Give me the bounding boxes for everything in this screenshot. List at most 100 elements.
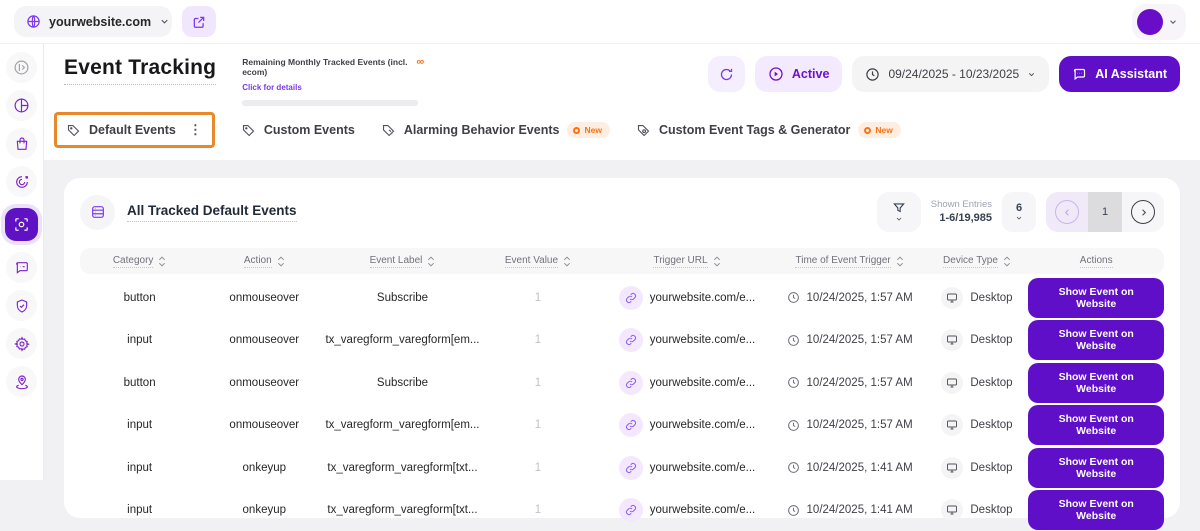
link-icon[interactable] xyxy=(619,371,643,395)
cell-actions: Show Event on Website xyxy=(1028,363,1164,403)
ai-assistant-label: AI Assistant xyxy=(1095,67,1167,81)
website-selector[interactable]: yourwebsite.com xyxy=(14,6,172,37)
column-header-device-type[interactable]: Device Type xyxy=(925,255,1028,268)
globe-icon xyxy=(26,14,41,29)
cell-action: onmouseover xyxy=(199,377,329,389)
chevron-down-icon xyxy=(1027,70,1036,79)
user-menu[interactable] xyxy=(1132,4,1186,40)
tag-gear-icon xyxy=(636,123,651,138)
sidebar-item-ecommerce[interactable] xyxy=(6,128,37,159)
cell-event-value: 1 xyxy=(476,334,601,346)
column-header-action[interactable]: Action xyxy=(199,255,329,268)
refresh-button[interactable] xyxy=(708,56,745,92)
table-row: input onmouseover tx_varegform_varegform… xyxy=(80,319,1164,362)
sidebar-item-dashboard[interactable] xyxy=(6,90,37,121)
cell-event-value: 1 xyxy=(476,419,601,431)
cell-action: onkeyup xyxy=(199,504,329,516)
column-header-event-label[interactable]: Event Label xyxy=(329,255,475,268)
cell-event-label: Subscribe xyxy=(329,292,475,304)
sort-icon xyxy=(896,256,904,267)
link-icon[interactable] xyxy=(619,286,643,310)
desktop-icon xyxy=(941,499,963,521)
date-range-value: 09/24/2025 - 10/23/2025 xyxy=(888,67,1019,81)
column-header-time[interactable]: Time of Event Trigger xyxy=(774,255,926,268)
sort-icon xyxy=(713,256,721,267)
top-bar: yourwebsite.com xyxy=(0,0,1200,44)
cell-time: 10/24/2025, 1:41 AM xyxy=(774,461,926,474)
remaining-events-label: Remaining Monthly Tracked Events (incl. … xyxy=(242,57,412,77)
sidebar-item-security[interactable] xyxy=(6,290,37,321)
clock-icon xyxy=(787,291,800,304)
cell-device-type: Desktop xyxy=(925,414,1028,436)
link-icon[interactable] xyxy=(619,498,643,522)
show-event-on-website-button[interactable]: Show Event on Website xyxy=(1028,278,1164,318)
badge-dot-icon xyxy=(864,127,871,134)
cell-device-type: Desktop xyxy=(925,287,1028,309)
shown-entries-value: 1-6/19,985 xyxy=(931,211,992,225)
chevron-down-icon xyxy=(159,16,170,27)
column-header-event-value[interactable]: Event Value xyxy=(476,255,601,268)
table-row: button onmouseover Subscribe 1 yourwebsi… xyxy=(80,361,1164,404)
cell-actions: Show Event on Website xyxy=(1028,278,1164,318)
cell-category: input xyxy=(80,462,199,474)
cell-event-label: tx_varegform_varegform[txt... xyxy=(329,462,475,474)
sort-icon xyxy=(158,256,166,267)
desktop-icon xyxy=(941,287,963,309)
page-size-value: 6 xyxy=(1016,202,1022,214)
column-header-trigger-url[interactable]: Trigger URL xyxy=(600,255,773,268)
table-row: input onkeyup tx_varegform_varegform[txt… xyxy=(80,489,1164,531)
column-header-category[interactable]: Category xyxy=(80,255,199,268)
show-event-on-website-button[interactable]: Show Event on Website xyxy=(1028,490,1164,530)
tab-default-events[interactable]: Default Events xyxy=(66,123,176,138)
link-icon[interactable] xyxy=(619,456,643,480)
cell-category: input xyxy=(80,334,199,346)
current-page-number[interactable]: 1 xyxy=(1088,192,1122,232)
cell-actions: Show Event on Website xyxy=(1028,320,1164,360)
show-event-on-website-button[interactable]: Show Event on Website xyxy=(1028,320,1164,360)
tracking-status-label: Active xyxy=(792,67,830,81)
show-event-on-website-button[interactable]: Show Event on Website xyxy=(1028,405,1164,445)
tag-alert-icon xyxy=(381,123,396,138)
sidebar-item-performance[interactable] xyxy=(6,166,37,197)
next-page-button[interactable] xyxy=(1131,200,1155,224)
tracking-status-button[interactable]: Active xyxy=(755,56,843,92)
remaining-events-progress-bar xyxy=(242,100,418,106)
sidebar-item-event-tracking[interactable] xyxy=(5,208,38,241)
new-badge: New xyxy=(858,122,900,138)
sidebar-item-chat[interactable] xyxy=(6,252,37,283)
cell-event-label: tx_varegform_varegform[txt... xyxy=(329,504,475,516)
tab-custom-events[interactable]: Custom Events xyxy=(241,123,355,138)
ai-assistant-button[interactable]: AI Assistant xyxy=(1059,56,1180,92)
website-name: yourwebsite.com xyxy=(49,15,151,29)
desktop-icon xyxy=(941,372,963,394)
link-icon[interactable] xyxy=(619,413,643,437)
show-event-on-website-button[interactable]: Show Event on Website xyxy=(1028,363,1164,403)
link-icon[interactable] xyxy=(619,328,643,352)
sidebar-toggle-icon[interactable] xyxy=(6,52,37,83)
page-size-selector[interactable]: 6 xyxy=(1002,192,1036,232)
table-tools: Shown Entries 1-6/19,985 6 xyxy=(877,192,1164,232)
cell-device-type: Desktop xyxy=(925,329,1028,351)
filter-button[interactable] xyxy=(877,192,921,232)
kebab-menu-icon[interactable]: ⋮ xyxy=(189,122,203,138)
tab-alarming-behavior-events[interactable]: Alarming Behavior Events New xyxy=(381,122,610,138)
date-range-picker[interactable]: 09/24/2025 - 10/23/2025 xyxy=(852,56,1049,92)
previous-page-button[interactable] xyxy=(1055,200,1079,224)
badge-dot-icon xyxy=(573,127,580,134)
open-website-button[interactable] xyxy=(182,6,216,37)
infinity-icon: ∞ xyxy=(416,57,424,68)
pagination-prev-zone xyxy=(1046,192,1088,232)
click-for-details-link[interactable]: Click for details xyxy=(242,83,302,92)
sidebar-item-location[interactable] xyxy=(6,366,37,397)
table-row: button onmouseover Subscribe 1 yourwebsi… xyxy=(80,276,1164,319)
refresh-icon xyxy=(719,67,734,82)
clock-icon xyxy=(787,504,800,517)
event-tabs: Default Events ⋮ Custom Events Alarming … xyxy=(44,110,1200,160)
cell-event-label: tx_varegform_varegform[em... xyxy=(329,419,475,431)
sidebar-item-settings[interactable] xyxy=(6,328,37,359)
show-event-on-website-button[interactable]: Show Event on Website xyxy=(1028,448,1164,488)
cell-actions: Show Event on Website xyxy=(1028,448,1164,488)
cell-actions: Show Event on Website xyxy=(1028,405,1164,445)
tab-custom-event-tags-generator[interactable]: Custom Event Tags & Generator New xyxy=(636,122,901,138)
tag-icon xyxy=(66,123,81,138)
